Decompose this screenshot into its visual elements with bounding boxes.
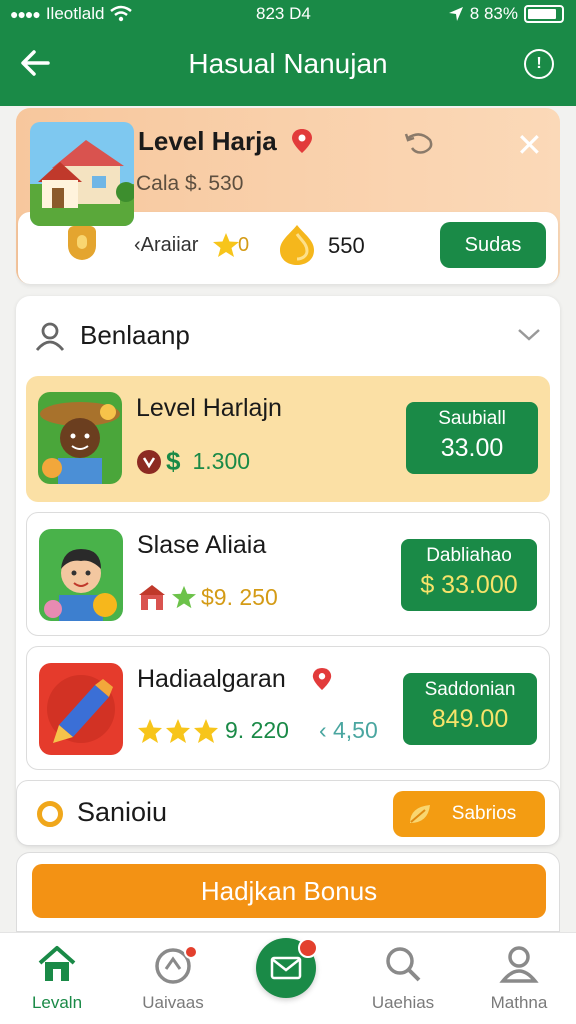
house-image — [30, 122, 134, 226]
app-header: ●●●● Ileotlald 823 D4 8 83% Hasual Nanuj… — [0, 0, 576, 106]
item-value: 9. 220 — [225, 717, 289, 743]
profile-icon — [499, 946, 539, 983]
price-button-amount: 849.00 — [431, 705, 509, 733]
gold-coin-icon — [280, 225, 314, 265]
tab-label: Uaivaas — [142, 993, 204, 1012]
item-name: Level Harlajn — [136, 394, 282, 422]
search-icon — [386, 947, 421, 982]
tab-label: Levaln — [31, 993, 83, 1012]
hero-coin-value: 550 — [328, 233, 365, 258]
item-value: $9. 250 — [201, 583, 278, 610]
swap-icon[interactable] — [402, 128, 436, 160]
secondary-section: Sanioiu Sabrios — [16, 780, 560, 846]
farmer-avatar — [38, 392, 122, 484]
item-extra: ‹ 4,50 — [318, 717, 378, 743]
carrier-name: Ileotlald — [45, 4, 105, 23]
tab-coins[interactable]: Uaivaas — [118, 943, 228, 1021]
bonus-button[interactable]: Hadjkan Bonus — [32, 864, 546, 918]
ring-icon — [37, 801, 63, 827]
hero-action-button[interactable]: Sudas — [440, 222, 546, 268]
pencil-icon-tile — [39, 663, 123, 755]
item-value: 1.300 — [192, 448, 251, 474]
tab-search[interactable]: Uaehias — [348, 943, 458, 1021]
page-title: Hasual Nanujan — [188, 48, 388, 79]
info-icon[interactable]: ! — [524, 49, 554, 79]
item-name: Slase Aliaia — [137, 531, 267, 559]
status-right: 8 83% — [448, 4, 564, 24]
barn-icon — [139, 585, 165, 610]
hero-tag: ‹Araiiar — [134, 234, 199, 256]
secondary-section-button[interactable]: Sabrios — [393, 791, 545, 837]
price-button[interactable]: Saubiall 33.00 — [406, 402, 538, 474]
location-pin-icon — [292, 129, 312, 153]
item-name: Hadiaalgaran — [137, 665, 286, 693]
price-button-label: Saddonian — [424, 679, 516, 700]
list-item[interactable]: Level Harlajn $ 1.300 Saubiall 33.00 — [26, 376, 550, 502]
tab-label: Uaehias — [371, 993, 435, 1012]
tab-label: Mathna — [490, 993, 548, 1012]
dollar-icon: $ — [166, 446, 181, 476]
item-stats: 9. 220 ‹ 4,50 — [137, 717, 378, 744]
hero-name: Level Harja — [138, 126, 277, 156]
location-arrow-icon — [448, 7, 463, 21]
tab-profile[interactable]: Mathna — [464, 943, 574, 1021]
home-icon — [38, 946, 76, 981]
close-icon[interactable]: ✕ — [516, 126, 543, 164]
tab-messages[interactable] — [256, 938, 318, 998]
signal-icon: ●●●● — [10, 6, 41, 22]
price-button-amount: 33.00 — [440, 434, 504, 462]
notification-badge — [184, 945, 198, 959]
map-pin-icon — [68, 226, 96, 260]
hero-subtitle: Cala $. 530 — [136, 172, 244, 195]
item-stats: $9. 250 — [137, 583, 278, 611]
mail-icon — [270, 956, 302, 980]
list-item[interactable]: Slase Aliaia $9. 250 Dabliahao $ 33.000 — [26, 512, 550, 636]
star-rating-icon — [138, 718, 218, 743]
status-bar: ●●●● Ileotlald 823 D4 8 83% — [0, 0, 576, 30]
list-item[interactable]: Hadiaalgaran 9. 220 ‹ 4,50 Saddonian 849… — [26, 646, 550, 770]
section-header[interactable]: Benlaanp — [34, 310, 542, 362]
secondary-section-title: Sanioiu — [77, 797, 168, 827]
price-button[interactable]: Dabliahao $ 33.000 — [401, 539, 537, 611]
status-time: 823 D4 — [256, 4, 311, 23]
price-button-label: Dabliahao — [426, 545, 512, 566]
item-stats: $ 1.300 — [136, 446, 250, 477]
chevron-down-icon[interactable] — [516, 324, 542, 344]
boy-avatar — [39, 529, 123, 621]
secondary-section-button-label: Sabrios — [451, 803, 517, 824]
price-button[interactable]: Saddonian 849.00 — [403, 673, 537, 745]
battery-percent: 8 83% — [469, 4, 518, 23]
notification-badge — [298, 938, 318, 958]
hero-card: Level Harja Cala $. 530 ✕ ‹Araiiar 0 550… — [16, 108, 560, 284]
status-left: ●●●● Ileotlald — [10, 4, 133, 24]
star-icon — [172, 585, 196, 609]
price-button-amount: $ 33.000 — [420, 571, 518, 599]
badge-icon — [137, 449, 161, 474]
price-button-label: Saubiall — [438, 408, 506, 429]
leaf-icon — [410, 805, 430, 823]
battery-icon — [524, 5, 564, 23]
hero-star-value: 0 — [238, 234, 250, 256]
section-title: Benlaanp — [80, 320, 190, 350]
location-pin-icon — [312, 668, 332, 690]
user-icon — [35, 322, 65, 351]
tab-home[interactable]: Levaln — [2, 943, 112, 1021]
star-icon — [213, 233, 239, 257]
wifi-icon — [110, 5, 133, 22]
